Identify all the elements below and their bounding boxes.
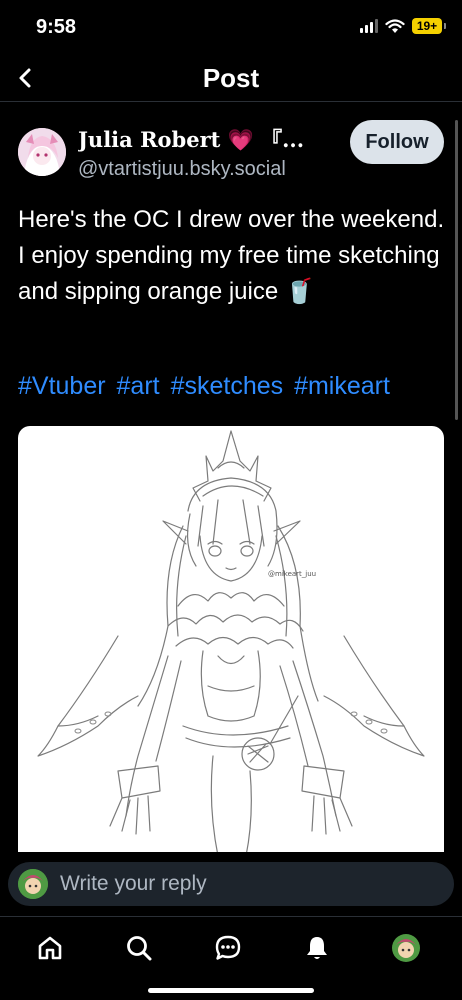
follow-button[interactable]: Follow: [350, 120, 444, 164]
tab-search[interactable]: [122, 931, 156, 965]
chat-icon: [215, 935, 241, 960]
author-handle[interactable]: @vtartistjuu.bsky.social: [78, 158, 286, 181]
status-icons: 19+: [360, 18, 446, 34]
tab-profile[interactable]: [389, 931, 423, 965]
hashtag-link[interactable]: #sketches: [171, 372, 284, 400]
hashtag-link[interactable]: #mikeart: [294, 372, 390, 400]
sketch-illustration: @mikeart_juu: [37, 430, 425, 856]
author-name[interactable]: Julia Robert 💗 『...: [78, 124, 304, 154]
bell-icon: [307, 937, 327, 959]
page-title: Post: [202, 63, 260, 93]
home-icon: [38, 936, 62, 960]
hashtag-link[interactable]: #Vtuber: [18, 372, 106, 400]
status-bar: 9:58 19+: [0, 0, 462, 56]
user-avatar: [18, 869, 48, 899]
signal-icon: [360, 19, 378, 33]
post-hashtags: #Vtuber #art #sketches #mikeart: [18, 372, 448, 401]
post-image[interactable]: @mikeart_juu: [18, 426, 444, 856]
status-time: 9:58: [36, 16, 77, 38]
author-avatar[interactable]: [18, 128, 66, 176]
wifi-icon: [385, 18, 405, 33]
profile-avatar: [392, 934, 420, 962]
search-icon: [127, 936, 152, 961]
reply-bar: Write your reply: [0, 852, 462, 916]
home-indicator: [148, 988, 314, 993]
reply-placeholder: Write your reply: [60, 872, 207, 895]
nav-header: Post: [0, 56, 462, 102]
battery-icon: 19+: [412, 18, 446, 34]
post-header: Julia Robert 💗 『... @vtartistjuu.bsky.so…: [18, 120, 448, 186]
post-text: Here's the OC I drew over the weekend. I…: [18, 206, 445, 305]
tab-home[interactable]: [33, 931, 67, 965]
tab-notifications[interactable]: [300, 931, 334, 965]
tab-chat[interactable]: [211, 931, 245, 965]
scroll-indicator[interactable]: [455, 120, 458, 420]
reply-input[interactable]: Write your reply: [8, 862, 454, 906]
post-body: Here's the OC I drew over the weekend. I…: [18, 202, 448, 310]
hashtag-link[interactable]: #art: [117, 372, 160, 400]
image-signature: @mikeart_juu: [268, 570, 316, 578]
